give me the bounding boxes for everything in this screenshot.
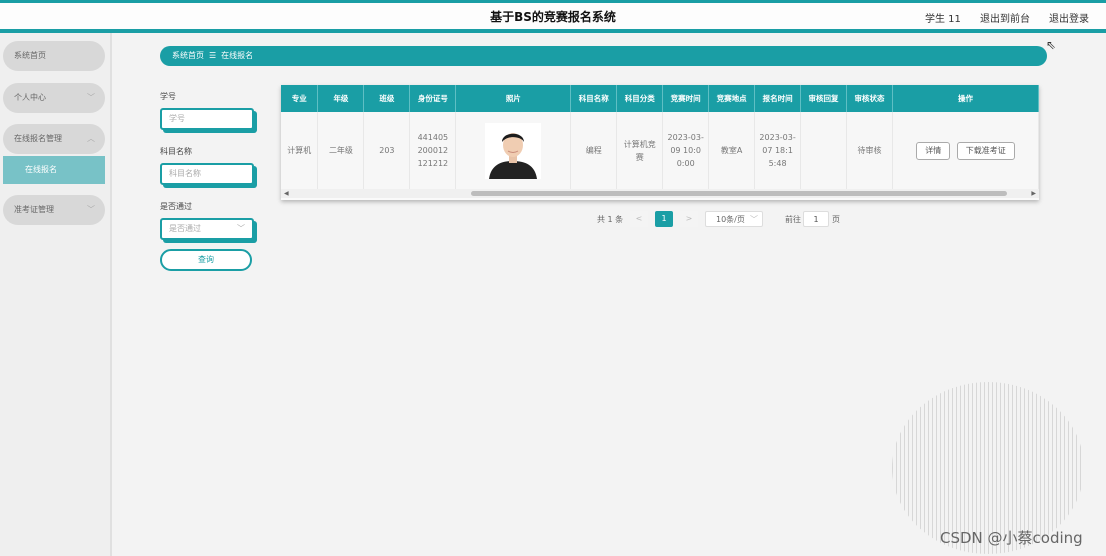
registration-table: 专业 年级 班级 身份证号 照片 科目名称 科目分类 竞赛时间 竞赛地点 报名时… bbox=[281, 85, 1040, 200]
cell-class: 203 bbox=[363, 112, 411, 189]
cell-review-status: 待审核 bbox=[846, 112, 893, 189]
sidebar-item-label: 准考证管理 bbox=[14, 205, 54, 214]
scroll-right-icon[interactable]: ▶ bbox=[1031, 189, 1036, 198]
col-header-actions: 操作 bbox=[892, 85, 1040, 112]
prev-page-button[interactable]: < bbox=[630, 211, 648, 227]
cell-photo bbox=[455, 112, 572, 189]
sidebar-item-home[interactable]: 系统首页 bbox=[3, 41, 105, 71]
breadcrumb-home[interactable]: 系统首页 bbox=[172, 51, 204, 60]
sidebar-item-label: 个人中心 bbox=[14, 93, 46, 102]
scroll-left-icon[interactable]: ◀ bbox=[284, 189, 289, 198]
col-header-id-number: 身份证号 bbox=[409, 85, 457, 112]
chevron-down-icon: ﹀ bbox=[87, 93, 95, 102]
student-photo bbox=[485, 122, 542, 179]
col-header-location: 竞赛地点 bbox=[708, 85, 756, 112]
next-page-button[interactable]: > bbox=[680, 211, 698, 227]
page-suffix: 页 bbox=[832, 215, 840, 224]
horizontal-scrollbar[interactable]: ◀ ▶ bbox=[281, 189, 1039, 198]
col-header-subject: 科目名称 bbox=[570, 85, 618, 112]
sidebar-item-personal[interactable]: 个人中心 ﹀ bbox=[3, 83, 105, 113]
chevron-right-icon: > bbox=[685, 214, 693, 223]
goto-label: 前往 bbox=[785, 215, 801, 224]
logout-link[interactable]: 退出登录 bbox=[1049, 10, 1089, 25]
student-no-input[interactable]: 学号 bbox=[160, 108, 254, 130]
chevron-up-icon: ︿ bbox=[87, 134, 95, 143]
sidebar-item-label: 系统首页 bbox=[14, 51, 46, 60]
passed-select-value: 是否通过 bbox=[169, 224, 201, 233]
cell-location: 教室A bbox=[708, 112, 756, 189]
page-size-select[interactable]: 10条/页 ﹀ bbox=[705, 211, 763, 227]
table-header-row: 专业 年级 班级 身份证号 照片 科目名称 科目分类 竞赛时间 竞赛地点 报名时… bbox=[281, 85, 1040, 112]
sidebar-item-label: 在线报名管理 bbox=[14, 134, 62, 143]
cell-register-time: 2023-03-07 18:15:48 bbox=[754, 112, 802, 189]
cell-subject: 编程 bbox=[570, 112, 618, 189]
col-header-review-status: 审核状态 bbox=[846, 85, 893, 112]
col-header-contest-time: 竞赛时间 bbox=[662, 85, 710, 112]
sidebar-item-admission-ticket[interactable]: 准考证管理 ﹀ bbox=[3, 195, 105, 225]
table-row: 计算机 二年级 203 441405200012121212 编程 计算机竞赛 … bbox=[281, 112, 1040, 189]
breadcrumb: 系统首页 ☰ 在线报名 bbox=[160, 46, 1047, 66]
cell-grade: 二年级 bbox=[317, 112, 365, 189]
goto-page-input[interactable]: 1 bbox=[803, 211, 829, 227]
breadcrumb-current: 在线报名 bbox=[221, 51, 254, 60]
cell-actions: 详情 下载准考证 bbox=[892, 112, 1040, 189]
col-header-major: 专业 bbox=[281, 85, 319, 112]
col-header-grade: 年级 bbox=[317, 85, 365, 112]
sidebar-subitem-online-registration[interactable]: 在线报名 bbox=[3, 156, 105, 184]
student-no-label: 学号 bbox=[160, 92, 176, 101]
passed-label: 是否通过 bbox=[160, 202, 192, 211]
current-user: 学生 11 bbox=[925, 14, 961, 25]
menu-icon: ☰ bbox=[209, 51, 217, 60]
col-header-class: 班级 bbox=[363, 85, 411, 112]
chevron-left-icon: < bbox=[635, 214, 643, 223]
chevron-down-icon: ﹀ bbox=[750, 215, 758, 224]
download-ticket-button[interactable]: 下载准考证 bbox=[956, 141, 1015, 160]
mouse-cursor-icon: ⇖ bbox=[1046, 38, 1057, 52]
pagination-total: 共 1 条 bbox=[597, 215, 624, 224]
passed-select[interactable]: 是否通过 ﹀ bbox=[160, 218, 254, 240]
watermark: CSDN @小蔡coding bbox=[940, 529, 1083, 547]
col-header-review-reply: 审核回复 bbox=[800, 85, 848, 112]
chevron-down-icon: ﹀ bbox=[237, 224, 245, 233]
page-size-value: 10条/页 bbox=[716, 215, 745, 224]
cell-review-reply bbox=[800, 112, 848, 189]
col-header-category: 科目分类 bbox=[616, 85, 664, 112]
scrollbar-thumb[interactable] bbox=[471, 191, 1007, 196]
page-number-button[interactable]: 1 bbox=[655, 211, 673, 227]
front-link[interactable]: 退出到前台 bbox=[980, 10, 1030, 25]
subject-input[interactable]: 科目名称 bbox=[160, 163, 254, 185]
cell-contest-time: 2023-03-09 10:00:00 bbox=[662, 112, 710, 189]
col-header-photo: 照片 bbox=[455, 85, 572, 112]
cell-category: 计算机竞赛 bbox=[616, 112, 664, 189]
top-bar: 基于BS的竞赛报名系统 学生 11 退出到前台 退出登录 bbox=[0, 0, 1106, 33]
subject-label: 科目名称 bbox=[160, 147, 192, 156]
chevron-down-icon: ﹀ bbox=[87, 205, 95, 214]
sidebar-item-registration[interactable]: 在线报名管理 ︿ bbox=[3, 124, 105, 154]
detail-button[interactable]: 详情 bbox=[916, 141, 951, 160]
cell-id-number: 441405200012121212 bbox=[409, 112, 457, 189]
cell-major: 计算机 bbox=[281, 112, 319, 189]
col-header-register-time: 报名时间 bbox=[754, 85, 802, 112]
search-button[interactable]: 查询 bbox=[160, 249, 252, 271]
